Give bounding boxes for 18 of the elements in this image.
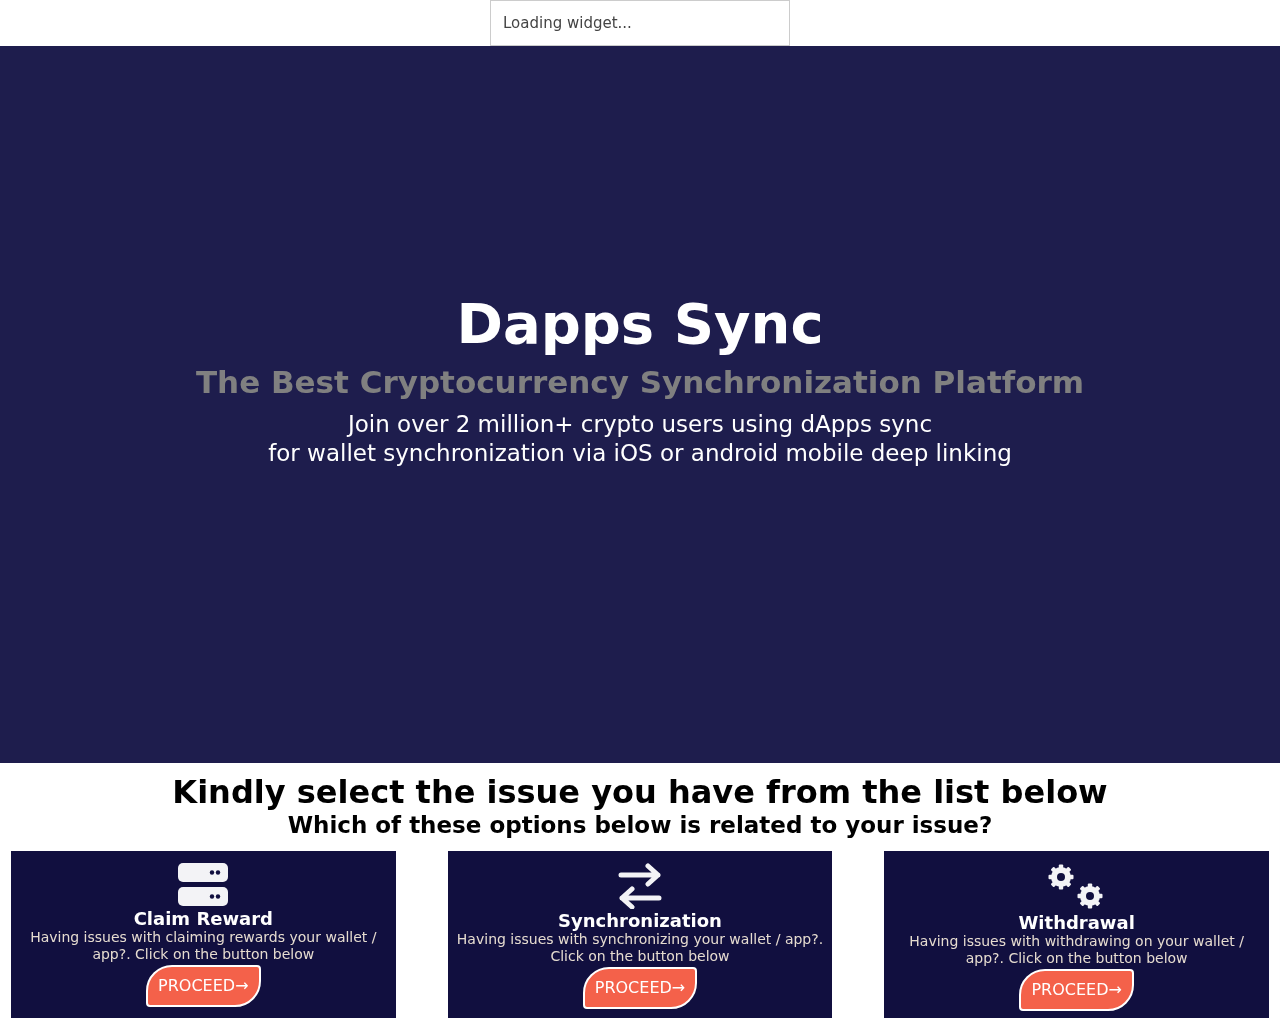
proceed-button[interactable]: PROCEED→ bbox=[146, 965, 261, 1007]
server-icon bbox=[178, 863, 229, 907]
card-text: Having issues with synchronizing your wallet / app?. Click on the button below bbox=[455, 931, 825, 965]
section-subheading: Which of these options below is related to your issue? bbox=[287, 811, 993, 839]
swap-arrows-icon bbox=[618, 863, 662, 909]
card-title: Claim Reward bbox=[133, 909, 273, 929]
proceed-button[interactable]: PROCEED→ bbox=[1019, 969, 1134, 1011]
card-title: Withdrawal bbox=[1018, 913, 1135, 933]
card-text: Having issues with claiming rewards your wallet / app?. Click on the button below bbox=[29, 929, 378, 963]
hero-text: Join over 2 million+ crypto users using dApps sync bbox=[345, 409, 934, 439]
hero-text: for wallet synchronization via iOS or android mobile deep linking bbox=[268, 438, 1012, 468]
card-text: Having issues with withdrawing on your wallet / app?. Click on the button below bbox=[908, 933, 1245, 967]
proceed-button[interactable]: PROCEED→ bbox=[582, 967, 698, 1009]
hero-title: Dapps Sync bbox=[456, 290, 824, 359]
card-title: Synchronization bbox=[558, 911, 722, 931]
loading-widget: Loading widget... bbox=[490, 0, 790, 46]
hero-subtitle: The Best Cryptocurrency Synchronization Platform bbox=[195, 363, 1085, 402]
section-heading: Kindly select the issue you have from the list below bbox=[172, 773, 1108, 811]
